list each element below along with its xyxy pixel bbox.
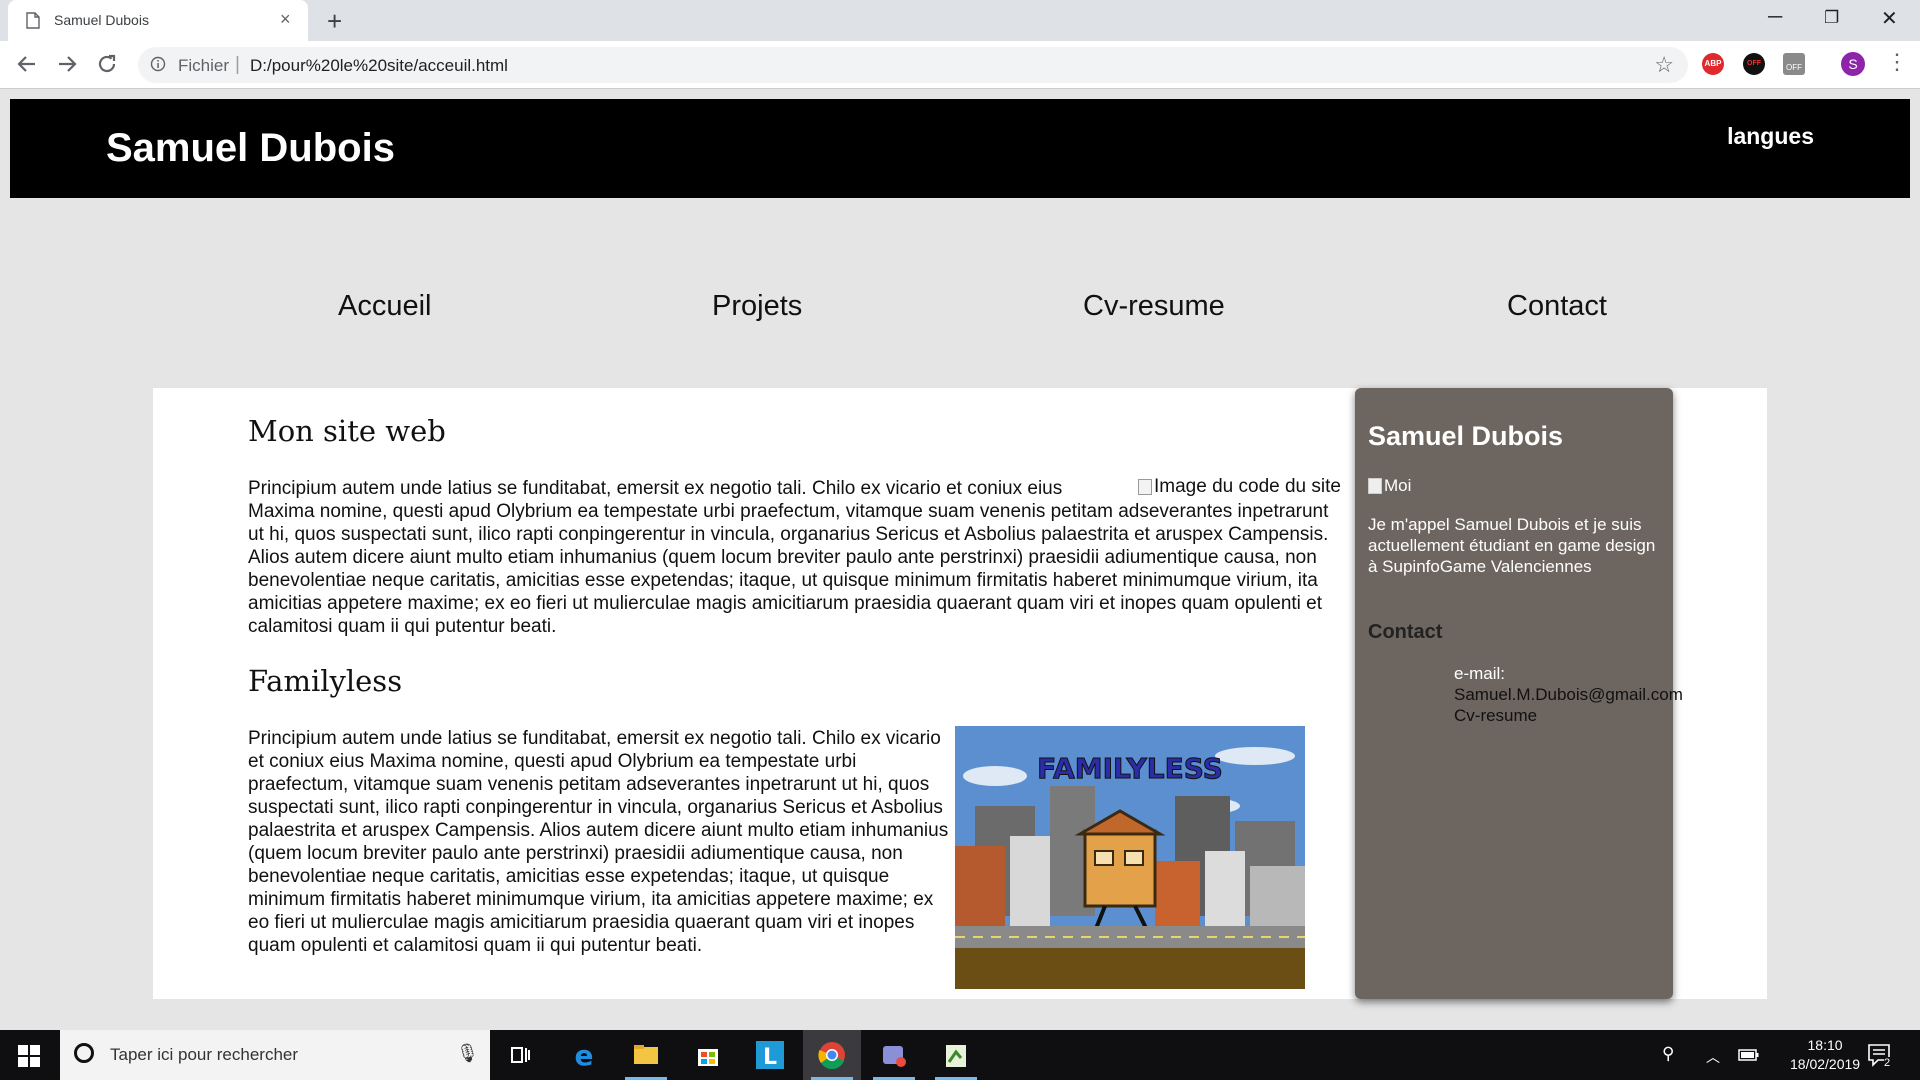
stopper-extension-icon[interactable]: OFF bbox=[1743, 53, 1765, 75]
notification-count: 2 bbox=[1884, 1057, 1891, 1069]
svg-text:L: L bbox=[763, 1045, 777, 1070]
taskbar-search-placeholder: Taper ici pour rechercher bbox=[110, 1045, 299, 1064]
svg-text:e: e bbox=[575, 1039, 594, 1072]
profile-avatar[interactable]: S bbox=[1841, 52, 1865, 76]
section-text-mon-site-web: Principium autem unde latius se funditab… bbox=[248, 478, 1329, 637]
sidebar-name: Samuel Dubois bbox=[1368, 421, 1564, 451]
profile-photo: Moi bbox=[1368, 476, 1411, 496]
chevron-up-icon[interactable]: ︿ bbox=[1706, 1047, 1720, 1067]
clock-date: 18/02/2019 bbox=[1790, 1056, 1861, 1072]
tab-strip: Samuel Dubois × + ─ ❐ ✕ bbox=[0, 0, 1920, 41]
cortana-icon bbox=[74, 1043, 94, 1063]
address-bar[interactable]: Fichier | D:/pour%20le%20site/acceuil.ht… bbox=[138, 47, 1688, 83]
battery-icon[interactable] bbox=[1738, 1048, 1760, 1062]
email-label: e-mail: bbox=[1454, 664, 1506, 683]
info-icon[interactable] bbox=[150, 56, 166, 72]
taskbar-clock[interactable]: 18:10 18/02/2019 bbox=[1790, 1036, 1860, 1074]
page-icon bbox=[26, 12, 40, 29]
l-app-icon[interactable]: L bbox=[753, 1038, 787, 1072]
email-link[interactable]: Samuel.M.Dubois@gmail.com bbox=[1454, 685, 1683, 705]
section-title-familyless: Familyless bbox=[248, 664, 403, 698]
site-brand[interactable]: Samuel Dubois bbox=[106, 126, 395, 171]
browser-tab[interactable]: Samuel Dubois × bbox=[8, 0, 308, 41]
bookmark-star-icon[interactable]: ☆ bbox=[1654, 52, 1674, 78]
site-header: Samuel Dubois langues bbox=[10, 99, 1910, 198]
file-explorer-icon[interactable] bbox=[629, 1038, 663, 1072]
section-text-familyless: Principium autem unde latius se funditab… bbox=[248, 728, 949, 956]
url-separator: | bbox=[235, 54, 240, 75]
sidebar-bio: Je m'appel Samuel Dubois et je suis actu… bbox=[1368, 515, 1656, 576]
tab-title: Samuel Dubois bbox=[54, 12, 149, 28]
nav-projets[interactable]: Projets bbox=[712, 290, 802, 323]
nav-contact[interactable]: Contact bbox=[1507, 290, 1607, 323]
browser-toolbar: Fichier | D:/pour%20le%20site/acceuil.ht… bbox=[0, 41, 1920, 89]
taskbar-search[interactable]: Taper ici pour rechercher 🎙 bbox=[60, 1030, 490, 1080]
forward-arrow-icon[interactable] bbox=[54, 51, 80, 77]
back-arrow-icon[interactable] bbox=[14, 51, 40, 77]
cv-resume-link[interactable]: Cv-resume bbox=[1454, 706, 1537, 726]
chrome-icon[interactable] bbox=[815, 1038, 849, 1072]
adblock-plus-icon[interactable]: ABP bbox=[1702, 53, 1724, 75]
broken-image-icon bbox=[1368, 478, 1382, 494]
nav-accueil[interactable]: Accueil bbox=[338, 290, 432, 323]
maximize-icon[interactable]: ❐ bbox=[1824, 8, 1839, 28]
familyless-logo-text: FAMILYLESS bbox=[1037, 752, 1223, 785]
microphone-icon[interactable]: 🎙 bbox=[456, 1043, 479, 1064]
window-close-icon[interactable]: ✕ bbox=[1881, 6, 1898, 31]
sidebar-contact-title: Contact bbox=[1368, 621, 1443, 643]
url-text[interactable]: D:/pour%20le%20site/acceuil.html bbox=[250, 56, 508, 76]
minimize-icon[interactable]: ─ bbox=[1768, 6, 1782, 29]
windows-taskbar: Taper ici pour rechercher 🎙 e L ⚲ ︿ 18:1… bbox=[0, 1030, 1920, 1080]
off-toggle-extension-icon[interactable]: OFF bbox=[1783, 53, 1805, 75]
languages-link[interactable]: langues bbox=[1727, 123, 1814, 150]
notepad-app-icon[interactable] bbox=[939, 1038, 973, 1072]
profile-sidebar: Samuel Dubois Moi Je m'appel Samuel Dubo… bbox=[1355, 388, 1683, 999]
people-icon[interactable]: ⚲ bbox=[1662, 1044, 1674, 1064]
profile-photo-alt: Moi bbox=[1384, 476, 1412, 495]
menu-kebab-icon[interactable]: ⋮ bbox=[1886, 49, 1908, 75]
familyless-game-image: FAMILYLESS bbox=[955, 726, 1305, 989]
clock-time: 18:10 bbox=[1807, 1037, 1843, 1053]
media-app-icon[interactable] bbox=[877, 1038, 911, 1072]
store-icon[interactable] bbox=[691, 1038, 725, 1072]
section-title-mon-site-web: Mon site web bbox=[248, 414, 446, 448]
windows-start-icon[interactable] bbox=[18, 1045, 40, 1067]
nav-cv-resume[interactable]: Cv-resume bbox=[1083, 290, 1225, 323]
reload-icon[interactable] bbox=[94, 51, 120, 77]
task-view-icon[interactable] bbox=[503, 1038, 537, 1072]
tab-close-icon[interactable]: × bbox=[280, 9, 291, 30]
url-scheme-label: Fichier bbox=[178, 56, 230, 75]
new-tab-button[interactable]: + bbox=[327, 6, 342, 37]
edge-icon[interactable]: e bbox=[567, 1038, 601, 1072]
